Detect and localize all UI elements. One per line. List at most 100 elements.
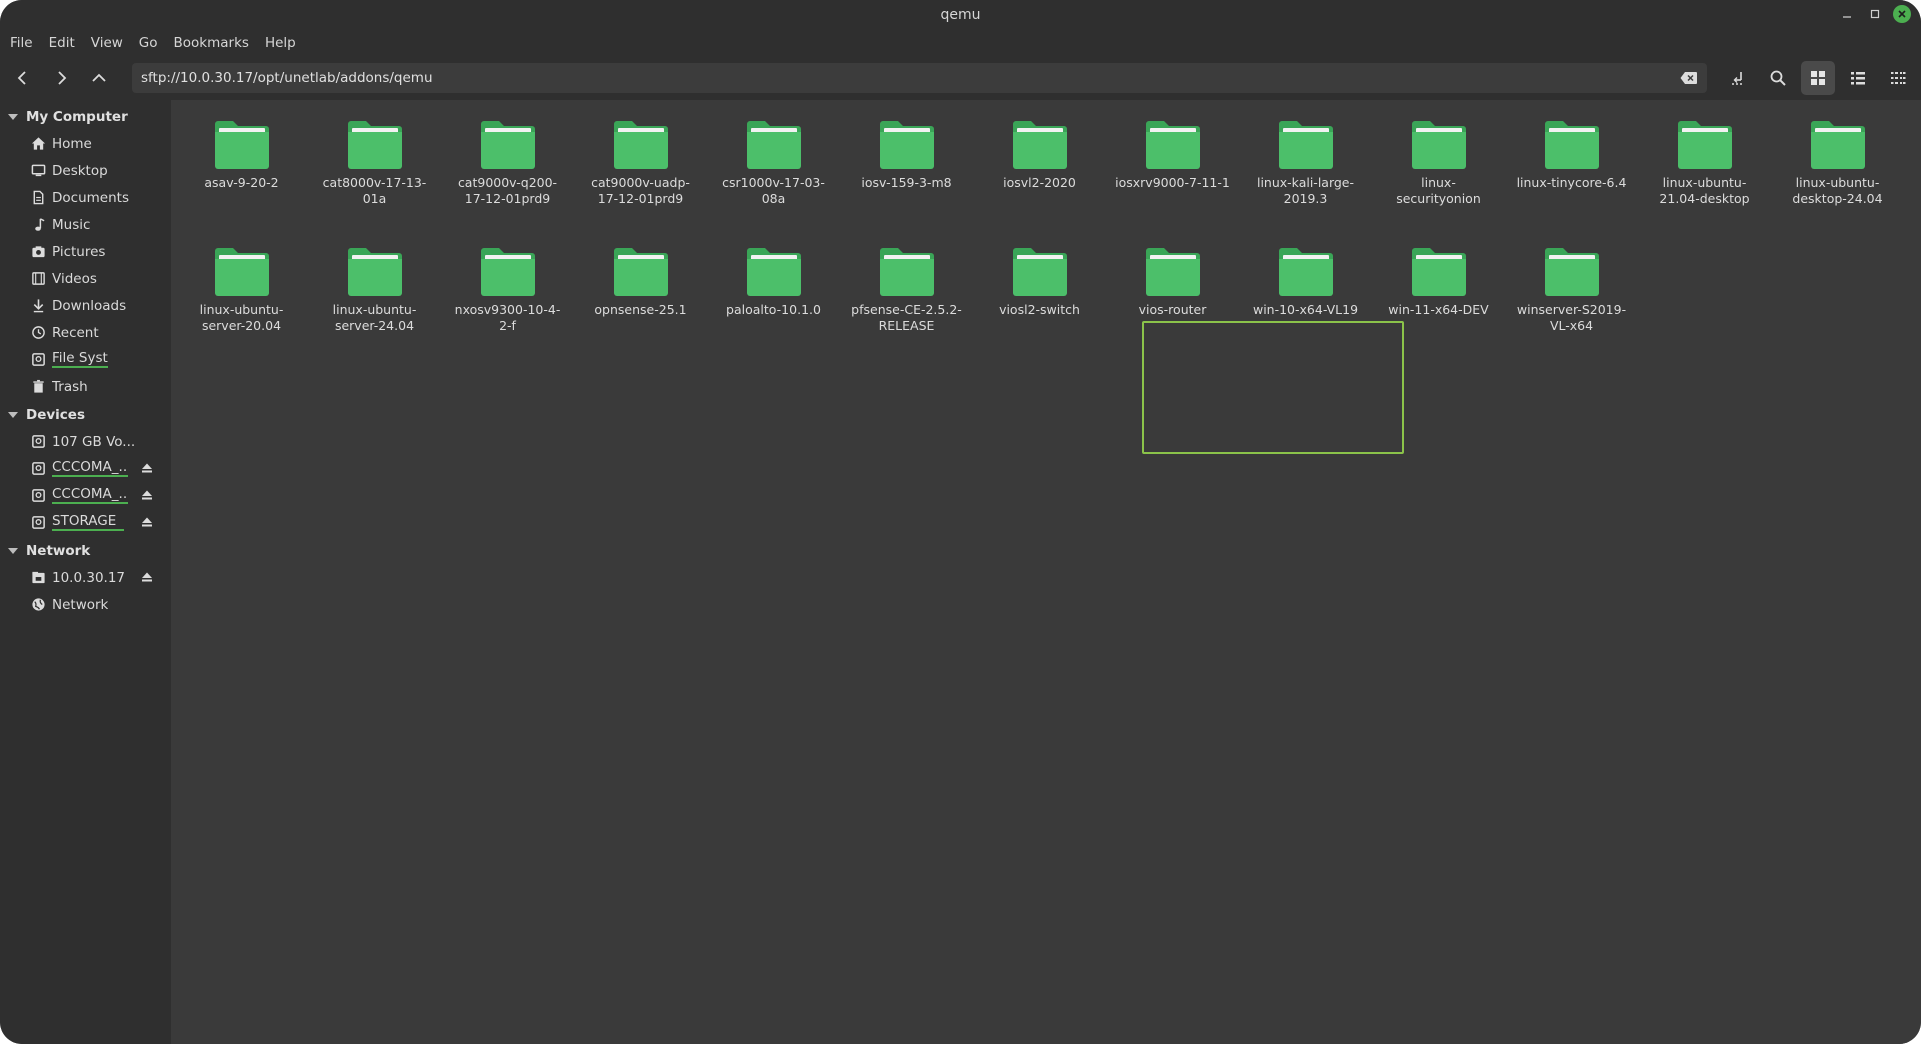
folder-name: iosv-159-3-m8 [861, 175, 952, 190]
maximize-button[interactable] [1865, 4, 1885, 24]
folder-item[interactable]: linux-tinycore-6.4 [1505, 116, 1638, 243]
rubberband-selection [1142, 321, 1404, 454]
folder-item[interactable]: winserver-S2019-VL-x64 [1505, 243, 1638, 370]
folder-item[interactable]: opnsense-25.1 [574, 243, 707, 370]
sidebar-item-network[interactable]: Network [0, 591, 171, 618]
maximize-icon [1870, 9, 1880, 19]
grid-icon [1811, 71, 1825, 85]
folder-icon [214, 248, 269, 296]
back-button[interactable] [6, 61, 40, 95]
folder-item[interactable]: paloalto-10.1.0 [707, 243, 840, 370]
folder-item[interactable]: linux-ubuntu-21.04-desktop [1638, 116, 1771, 243]
eject-icon[interactable] [141, 462, 153, 474]
sidebar-item-sftp-host[interactable]: 10.0.30.17 [0, 564, 171, 591]
sidebar-item-label: 107 GB Vo... [52, 433, 136, 450]
toggle-location-button[interactable] [1721, 61, 1755, 95]
sidebar-item-volume[interactable]: 107 GB Vo... [0, 428, 171, 455]
folder-item[interactable]: linux-ubuntu-server-20.04 [175, 243, 308, 370]
menu-help[interactable]: Help [257, 30, 304, 56]
clear-location-button[interactable] [1675, 64, 1703, 92]
sidebar-item-recent[interactable]: Recent [0, 319, 171, 346]
folder-item[interactable]: cat8000v-17-13-01a [308, 116, 441, 243]
sidebar-item-cccoma-2[interactable]: CCCOMA_... [0, 482, 171, 509]
section-devices[interactable]: Devices [0, 402, 171, 428]
drive-icon [30, 515, 46, 531]
pictures-icon [30, 244, 46, 260]
sidebar-item-pictures[interactable]: Pictures [0, 238, 171, 265]
sidebar-item-label: Recent [52, 324, 99, 341]
folder-name: linux-ubuntu-21.04-desktop [1659, 175, 1750, 206]
folder-name: winserver-S2019-VL-x64 [1516, 302, 1627, 333]
folder-item[interactable]: iosvl2-2020 [973, 116, 1106, 243]
up-button[interactable] [82, 61, 116, 95]
disc-icon [30, 461, 46, 477]
section-network[interactable]: Network [0, 538, 171, 564]
icon-view-button[interactable] [1801, 61, 1835, 95]
view-controls [1721, 61, 1915, 95]
menu-bookmarks[interactable]: Bookmarks [166, 30, 257, 56]
folder-name: linux-kali-large-2019.3 [1256, 175, 1355, 206]
sidebar-item-downloads[interactable]: Downloads [0, 292, 171, 319]
folder-item[interactable]: csr1000v-17-03-08a [707, 116, 840, 243]
menu-view[interactable]: View [83, 30, 131, 56]
sidebar-item-file-system[interactable]: File System [0, 346, 171, 373]
sidebar-item-storage[interactable]: STORAGE [0, 509, 171, 536]
folder-icon [347, 248, 402, 296]
minimize-button[interactable] [1837, 4, 1857, 24]
close-icon [1898, 10, 1906, 18]
menu-file[interactable]: File [2, 30, 41, 56]
list-icon [1851, 72, 1865, 85]
eject-icon[interactable] [141, 516, 153, 528]
section-my-computer[interactable]: My Computer [0, 104, 171, 130]
folder-item[interactable]: linux-securityonion [1372, 116, 1505, 243]
folder-item[interactable]: asav-9-20-2 [175, 116, 308, 243]
folder-item[interactable]: linux-kali-large-2019.3 [1239, 116, 1372, 243]
menu-go[interactable]: Go [131, 30, 166, 56]
trash-icon [30, 379, 46, 395]
close-button[interactable] [1893, 5, 1911, 23]
folder-item[interactable]: pfsense-CE-2.5.2-RELEASE [840, 243, 973, 370]
folder-item[interactable]: nxosv9300-10-4-2-f [441, 243, 574, 370]
file-manager-window: qemu File Edit View Go Bookmarks Help sf… [0, 0, 1921, 1044]
eject-icon[interactable] [141, 571, 153, 583]
menu-bar: File Edit View Go Bookmarks Help [0, 30, 1921, 56]
folder-icon [1012, 248, 1067, 296]
location-toggle-icon [1732, 72, 1742, 85]
menu-edit[interactable]: Edit [41, 30, 83, 56]
drive-icon [30, 434, 46, 450]
eject-icon[interactable] [141, 489, 153, 501]
sidebar-item-trash[interactable]: Trash [0, 373, 171, 400]
sidebar-item-cccoma-1[interactable]: CCCOMA_... [0, 455, 171, 482]
folder-name: linux-securityonion [1396, 175, 1481, 206]
search-button[interactable] [1761, 61, 1795, 95]
folder-item[interactable]: iosv-159-3-m8 [840, 116, 973, 243]
folder-item[interactable]: viosl2-switch [973, 243, 1106, 370]
folder-item[interactable]: cat9000v-q200-17-12-01prd9 [441, 116, 574, 243]
folder-icon [214, 121, 269, 169]
sidebar-item-label: STORAGE [52, 514, 124, 531]
videos-icon [30, 271, 46, 287]
folder-icon [1810, 121, 1865, 169]
chevron-right-icon [58, 71, 67, 85]
forward-button[interactable] [44, 61, 78, 95]
folder-item[interactable]: linux-ubuntu-server-24.04 [308, 243, 441, 370]
downloads-icon [30, 298, 46, 314]
folder-icon [746, 121, 801, 169]
sidebar-item-documents[interactable]: Documents [0, 184, 171, 211]
folder-icon [1544, 248, 1599, 296]
folder-item[interactable]: iosxrv9000-7-11-1 [1106, 116, 1239, 243]
sidebar-item-desktop[interactable]: Desktop [0, 157, 171, 184]
folder-name: iosxrv9000-7-11-1 [1115, 175, 1230, 190]
folder-name: asav-9-20-2 [204, 175, 279, 190]
network-share-icon [30, 570, 46, 586]
compact-view-button[interactable] [1881, 61, 1915, 95]
location-input[interactable] [132, 69, 1675, 87]
sidebar-item-music[interactable]: Music [0, 211, 171, 238]
sidebar-item-videos[interactable]: Videos [0, 265, 171, 292]
file-view[interactable]: asav-9-20-2 cat8000v-17-13-01a cat9000v-q2… [171, 100, 1921, 1044]
window-title: qemu [940, 7, 981, 23]
list-view-button[interactable] [1841, 61, 1875, 95]
folder-item[interactable]: linux-ubuntu-desktop-24.04 [1771, 116, 1904, 243]
sidebar-item-home[interactable]: Home [0, 130, 171, 157]
folder-item[interactable]: cat9000v-uadp-17-12-01prd9 [574, 116, 707, 243]
